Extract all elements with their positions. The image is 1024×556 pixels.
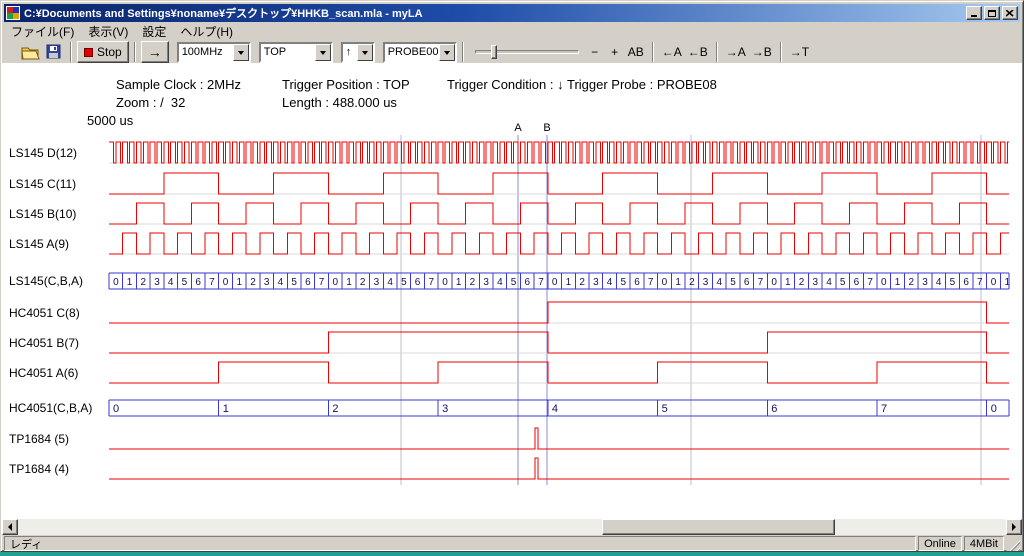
menu-item-settings[interactable]: 設定 [135, 21, 173, 42]
scroll-left-icon [4, 523, 12, 531]
minimize-button[interactable] [966, 6, 982, 20]
channel-label: LS145 D(12) [9, 145, 77, 161]
channel-label: LS145(C,B,A) [9, 273, 83, 289]
status-ready-text: レディ [4, 536, 916, 551]
zoom-slider[interactable] [475, 42, 579, 62]
chevron-down-icon[interactable] [439, 44, 455, 61]
channel-label: TP1684 (5) [9, 431, 69, 447]
probe-value: PROBE00 [385, 46, 439, 58]
stop-icon [84, 48, 93, 57]
ab-range-button[interactable]: AB [625, 41, 647, 63]
status-online-badge: Online [918, 536, 962, 551]
toolbar-separator [462, 42, 464, 62]
chevron-down-icon[interactable] [315, 44, 331, 61]
menu-item-view[interactable]: 表示(V) [81, 21, 135, 42]
maximize-button[interactable] [984, 6, 1000, 20]
toolbar-separator [70, 42, 72, 62]
waveform-workspace [2, 63, 1022, 519]
goto-a-fwd-button[interactable]: →A [723, 41, 749, 63]
time-scale-label: 5000 us [87, 113, 133, 128]
trigger-condition-info: Trigger Condition : ↓ [447, 77, 564, 92]
menu-item-help[interactable]: ヘルプ(H) [173, 21, 240, 42]
open-file-button[interactable] [18, 41, 43, 63]
toolbar-separator [780, 42, 782, 62]
minimize-icon [971, 15, 977, 17]
resize-grip[interactable] [1006, 536, 1020, 551]
toolbar-separator [134, 42, 136, 62]
stop-label: Stop [97, 45, 122, 59]
channel-label: LS145 C(11) [9, 176, 76, 192]
goto-a-back-button[interactable]: ←A [659, 41, 685, 63]
scroll-left-button[interactable] [2, 519, 18, 535]
tool-bar: Stop → 100MHz TOP ↑ PROBE00 − + AB ←A [4, 41, 1020, 63]
floppy-disk-icon [46, 44, 62, 60]
scroll-right-icon [1012, 523, 1020, 531]
run-button[interactable]: → [141, 41, 169, 63]
zoom-in-button[interactable]: + [605, 41, 625, 63]
channel-label: HC4051 B(7) [9, 335, 79, 351]
stop-button[interactable]: Stop [77, 41, 129, 63]
zoom-slider-thumb[interactable] [491, 45, 497, 59]
close-icon [1006, 10, 1014, 17]
sample-clock-info: Sample Clock : 2MHz [116, 77, 241, 92]
zoom-info: Zoom : / 32 [116, 95, 185, 110]
length-info: Length : 488.000 us [282, 95, 397, 110]
trigger-edge-value: ↑ [343, 46, 357, 58]
sample-rate-select[interactable]: 100MHz [177, 42, 251, 63]
trigger-probe-info: Trigger Probe : PROBE08 [567, 77, 717, 92]
window-title: C:¥Documents and Settings¥noname¥デスクトップ¥… [24, 5, 964, 21]
channel-label: LS145 B(10) [9, 206, 76, 222]
horizontal-scrollbar[interactable] [2, 519, 1022, 535]
close-button[interactable] [1002, 6, 1018, 20]
channel-label: HC4051 A(6) [9, 365, 78, 381]
save-button[interactable] [43, 41, 65, 63]
goto-b-back-button[interactable]: ←B [685, 41, 711, 63]
app-window: C:¥Documents and Settings¥noname¥デスクトップ¥… [0, 0, 1024, 552]
channel-label: HC4051(C,B,A) [9, 400, 92, 416]
channel-label: LS145 A(9) [9, 236, 69, 252]
menu-item-file[interactable]: ファイル(F) [4, 21, 81, 42]
channel-label: HC4051 C(8) [9, 305, 80, 321]
sample-rate-value: 100MHz [179, 46, 233, 58]
toolbar-separator [652, 42, 654, 62]
open-folder-icon [21, 45, 40, 60]
trigger-position-select[interactable]: TOP [259, 42, 333, 63]
toolbar-separator [716, 42, 718, 62]
trigger-position-value: TOP [261, 46, 315, 58]
trigger-edge-select[interactable]: ↑ [341, 42, 375, 63]
menu-bar: ファイル(F) 表示(V) 設定 ヘルプ(H) [4, 22, 1020, 41]
zoom-out-button[interactable]: − [585, 41, 605, 63]
goto-b-fwd-button[interactable]: →B [749, 41, 775, 63]
status-memory-badge: 4MBit [964, 536, 1004, 551]
title-bar[interactable]: C:¥Documents and Settings¥noname¥デスクトップ¥… [4, 4, 1020, 22]
scroll-right-button[interactable] [1006, 519, 1022, 535]
status-bar: レディ Online 4MBit [4, 536, 1020, 551]
probe-select[interactable]: PROBE00 [383, 42, 457, 63]
channel-label: TP1684 (4) [9, 461, 69, 477]
scrollbar-thumb[interactable] [602, 519, 835, 535]
trigger-position-info: Trigger Position : TOP [282, 77, 410, 92]
goto-trigger-button[interactable]: →T [787, 41, 812, 63]
chevron-down-icon[interactable] [357, 44, 373, 61]
app-icon [6, 6, 20, 20]
chevron-down-icon[interactable] [233, 44, 249, 61]
maximize-icon [988, 10, 996, 17]
